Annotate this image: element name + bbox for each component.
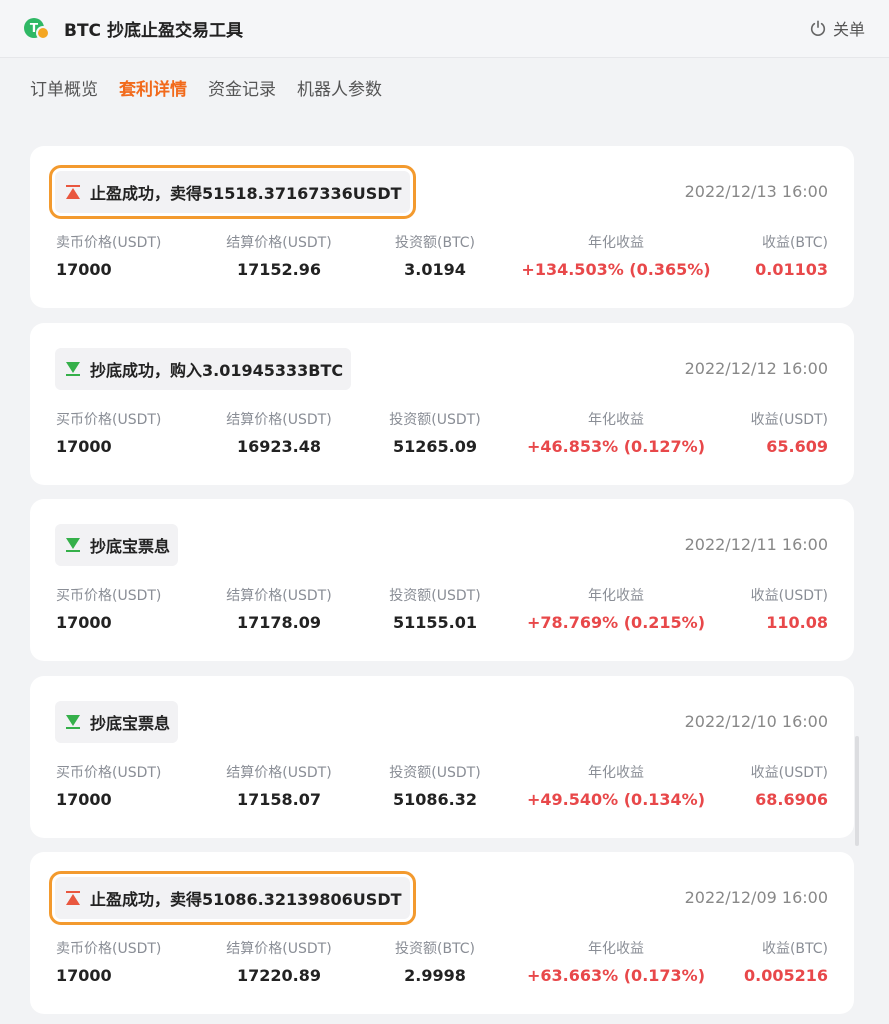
record-date: 2022/12/10 16:00 xyxy=(684,711,828,731)
record-card[interactable]: 抄底宝票息 2022/12/11 16:00 买币价格(USDT) 17000 结算价格… xyxy=(30,499,854,661)
settlement-price-value: 17158.07 xyxy=(236,789,322,809)
settlement-price-label: 结算价格(USDT) xyxy=(226,764,332,781)
price-value: 17000 xyxy=(56,436,112,456)
settlement-price-value: 17152.96 xyxy=(236,260,322,279)
record-title: 抄底宝票息 xyxy=(90,537,171,556)
profit-label: 收益(BTC) xyxy=(761,941,828,957)
record-card[interactable]: 抄底宝票息 2022/12/10 16:00 买币价格(USDT) 17000 结算价格… xyxy=(30,675,854,838)
scrollbar[interactable] xyxy=(855,736,859,846)
profit-value: 110.08 xyxy=(766,613,828,632)
profit-value: 65.609 xyxy=(766,436,828,456)
record-date: 2022/12/09 16:00 xyxy=(684,888,828,907)
price-label: 卖币价格(USDT) xyxy=(56,941,162,957)
record-card[interactable]: 止盈成功，卖得51518.37167336USDT 2022/12/13 16:0… xyxy=(30,146,854,308)
settlement-price-label: 结算价格(USDT) xyxy=(226,588,332,604)
price-label: 买币价格(USDT) xyxy=(56,588,162,604)
profit-label: 收益(USDT) xyxy=(750,588,828,604)
annualized-return-value: +46.853% (0.127%) xyxy=(526,436,706,456)
record-title: 抄底宝票息 xyxy=(90,713,171,733)
buy-dip-triangle-down-icon xyxy=(66,361,80,376)
take-profit-triangle-up-icon xyxy=(66,185,80,199)
record-list: 止盈成功，卖得51518.37167336USDT 2022/12/13 16:0… xyxy=(30,146,854,1024)
investment-label: 投资额(USDT) xyxy=(389,588,481,604)
buy-dip-triangle-down-icon xyxy=(66,714,80,729)
take-profit-triangle-up-icon xyxy=(66,891,80,905)
investment-label: 投资额(BTC) xyxy=(394,235,476,251)
price-label: 买币价格(USDT) xyxy=(56,411,162,428)
annualized-return-label: 年化收益 xyxy=(588,411,644,428)
investment-value: 2.9998 xyxy=(404,966,466,985)
buy-dip-triangle-down-icon xyxy=(66,538,80,552)
app-logo-icon: T xyxy=(24,16,54,42)
tab-bar: 订单概览 套利详情 资金记录 机器人参数 xyxy=(0,58,889,116)
tab-order-overview[interactable]: 订单概览 xyxy=(30,75,98,100)
record-title: 抄底成功，购入3.01945333BTC xyxy=(90,360,344,380)
settlement-price-value: 17178.09 xyxy=(236,613,322,632)
record-type-badge: 抄底宝票息 xyxy=(55,524,179,566)
annualized-return-label: 年化收益 xyxy=(588,941,644,957)
annualized-return-value: +134.503% (0.365%) xyxy=(521,260,711,279)
settlement-price-label: 结算价格(USDT) xyxy=(226,941,332,957)
record-date: 2022/12/13 16:00 xyxy=(684,182,828,201)
record-card[interactable]: 抄底成功，购入3.01945333BTC 2022/12/12 16:00 买币价格… xyxy=(30,322,854,485)
profit-value: 0.01103 xyxy=(755,260,828,279)
profit-value: 68.6906 xyxy=(755,789,828,809)
price-value: 17000 xyxy=(56,966,112,985)
settlement-price-value: 17220.89 xyxy=(236,966,322,985)
investment-label: 投资额(USDT) xyxy=(389,764,481,781)
annualized-return-value: +49.540% (0.134%) xyxy=(526,789,706,809)
tab-bot-parameters[interactable]: 机器人参数 xyxy=(297,75,382,100)
price-value: 17000 xyxy=(56,613,112,632)
record-title: 止盈成功，卖得51518.37167336USDT xyxy=(90,184,402,203)
record-type-badge: 抄底宝票息 xyxy=(55,700,179,743)
annualized-return-label: 年化收益 xyxy=(588,764,644,781)
record-card[interactable]: 止盈成功，卖得51086.32139806USDT 2022/12/09 16:0… xyxy=(30,852,854,1014)
investment-value: 51155.01 xyxy=(392,613,478,632)
annualized-return-label: 年化收益 xyxy=(588,588,644,604)
record-type-badge: 抄底成功，购入3.01945333BTC xyxy=(55,347,352,390)
profit-label: 收益(USDT) xyxy=(750,764,828,781)
investment-value: 51086.32 xyxy=(392,789,478,809)
investment-value: 51265.09 xyxy=(392,436,478,456)
record-type-badge: 止盈成功，卖得51086.32139806USDT xyxy=(49,871,416,925)
tab-arbitrage-details[interactable]: 套利详情 xyxy=(119,75,187,100)
close-order-button[interactable]: 关单 xyxy=(809,16,865,40)
price-label: 买币价格(USDT) xyxy=(56,764,162,781)
profit-label: 收益(BTC) xyxy=(761,235,828,251)
annualized-return-value: +63.663% (0.173%) xyxy=(526,966,706,985)
power-icon xyxy=(810,20,826,36)
record-type-badge: 止盈成功，卖得51518.37167336USDT xyxy=(49,165,416,219)
record-title: 止盈成功，卖得51086.32139806USDT xyxy=(90,890,402,909)
price-value: 17000 xyxy=(56,789,112,809)
annualized-return-label: 年化收益 xyxy=(588,235,644,251)
investment-value: 3.0194 xyxy=(404,260,466,279)
profit-label: 收益(USDT) xyxy=(750,411,828,428)
annualized-return-value: +78.769% (0.215%) xyxy=(526,613,706,632)
app-title: BTC 抄底止盈交易工具 xyxy=(64,21,243,41)
settlement-price-label: 结算价格(USDT) xyxy=(226,235,332,251)
record-date: 2022/12/12 16:00 xyxy=(684,358,828,378)
price-label: 卖币价格(USDT) xyxy=(56,235,162,251)
record-date: 2022/12/11 16:00 xyxy=(684,535,828,554)
investment-label: 投资额(BTC) xyxy=(394,941,476,957)
app-header: T BTC 抄底止盈交易工具 关单 xyxy=(0,0,889,58)
profit-value: 0.005216 xyxy=(743,966,828,985)
close-order-label: 关单 xyxy=(832,20,865,39)
settlement-price-value: 16923.48 xyxy=(236,436,322,456)
investment-label: 投资额(USDT) xyxy=(389,411,481,428)
tab-fund-records[interactable]: 资金记录 xyxy=(208,75,276,100)
settlement-price-label: 结算价格(USDT) xyxy=(226,411,332,428)
price-value: 17000 xyxy=(56,260,112,279)
